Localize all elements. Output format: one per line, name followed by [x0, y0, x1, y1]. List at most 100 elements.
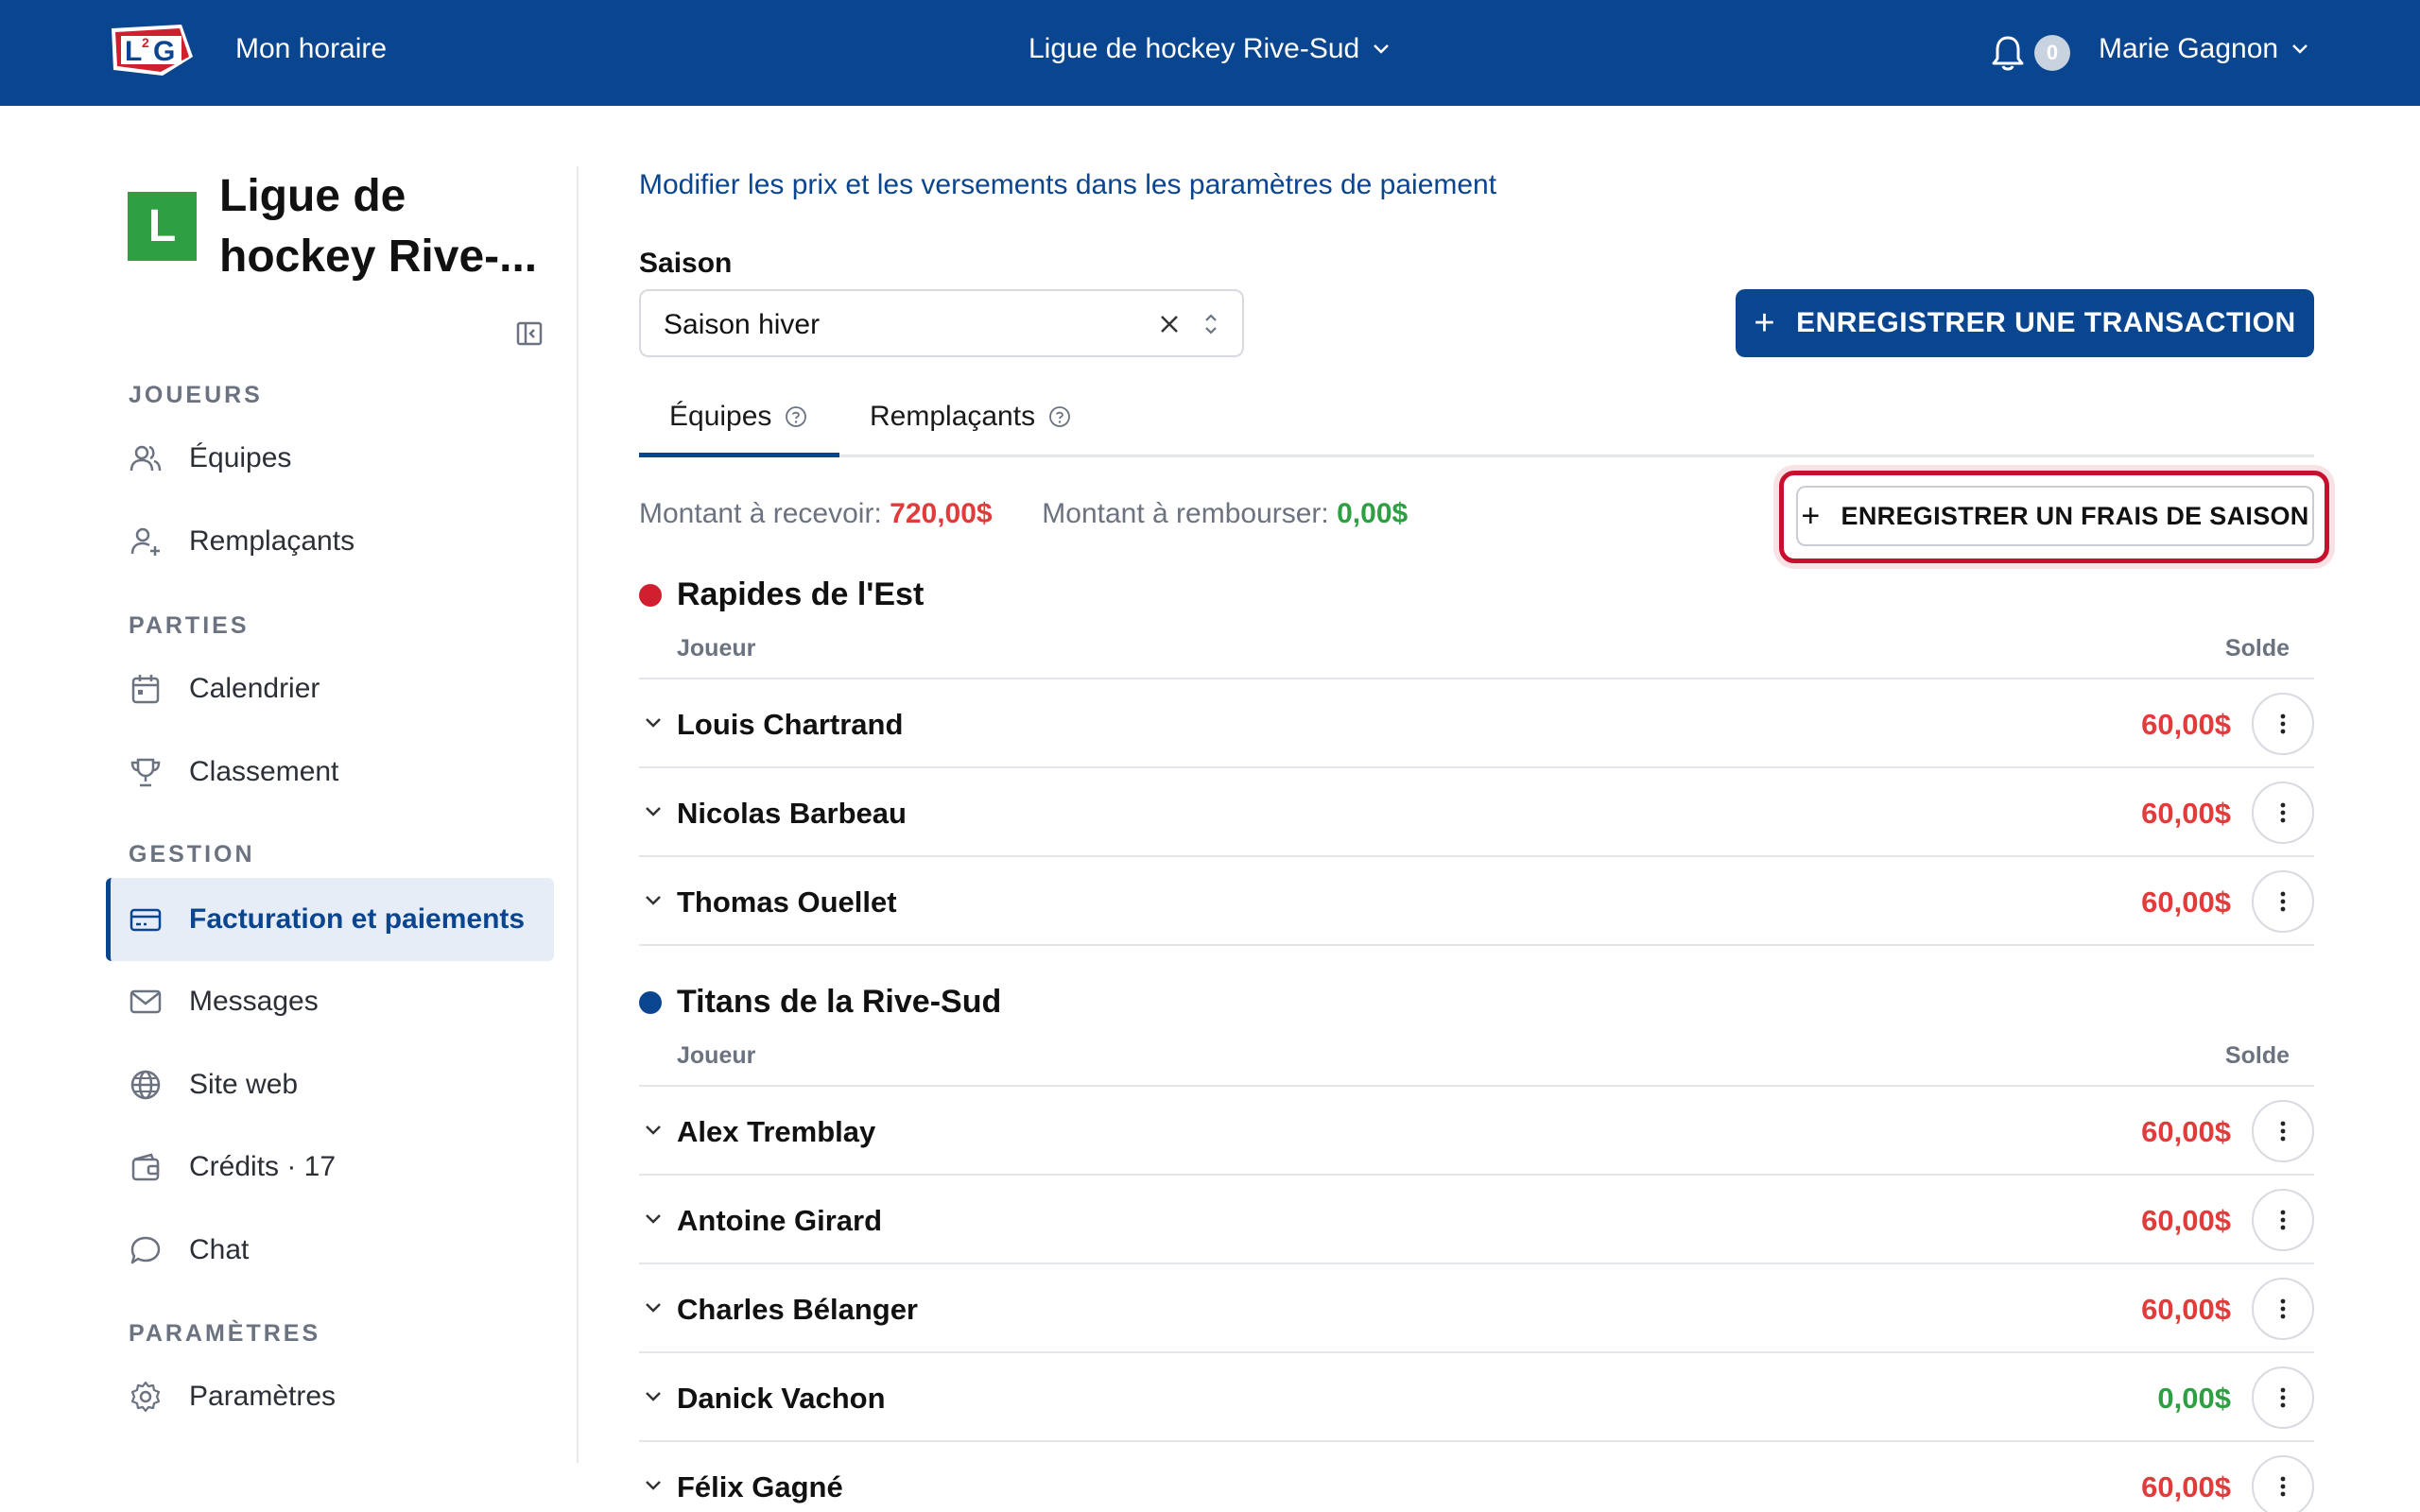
- player-name: Alex Tremblay: [677, 1115, 876, 1148]
- sidebar-item-calendar[interactable]: Calendrier: [106, 647, 554, 730]
- chevron-down-icon[interactable]: [645, 717, 662, 729]
- gear-icon: [130, 1381, 161, 1413]
- sidebar-item-teams[interactable]: Équipes: [106, 417, 554, 500]
- chevron-down-icon: [2292, 44, 2308, 54]
- trophy-icon: [130, 758, 161, 787]
- row-actions-button[interactable]: [2252, 1366, 2314, 1429]
- row-actions-button[interactable]: [2252, 693, 2314, 755]
- sidebar-item-substitutes[interactable]: Remplaçants: [106, 500, 554, 583]
- player-balance: 60,00$: [2141, 1115, 2231, 1148]
- record-transaction-button[interactable]: + ENREGISTRER UNE TRANSACTION: [1736, 289, 2314, 357]
- sidebar-divider: [577, 166, 579, 1463]
- player-name: Félix Gagné: [677, 1470, 843, 1503]
- row-actions-button[interactable]: [2252, 782, 2314, 844]
- chevron-down-icon[interactable]: [645, 806, 662, 817]
- amounts-summary: Montant à recevoir: 720,00$ Montant à re…: [639, 498, 1408, 530]
- user-name: Marie Gagnon: [2099, 33, 2279, 64]
- sidebar-item-billing[interactable]: Facturation et paiements: [106, 878, 554, 961]
- chat-bubble-icon: [130, 1236, 161, 1264]
- player-name: Antoine Girard: [677, 1204, 883, 1237]
- svg-text:2: 2: [142, 35, 149, 50]
- chevron-down-icon[interactable]: [645, 895, 662, 906]
- player-row[interactable]: Danick Vachon 0,00$: [639, 1353, 2314, 1442]
- column-header-balance: Solde: [2224, 1042, 2290, 1069]
- globe-icon: [130, 1070, 161, 1100]
- credit-card-icon: [130, 908, 162, 932]
- sidebar-item-messages[interactable]: Messages: [106, 960, 554, 1043]
- player-row[interactable]: Alex Tremblay 60,00$: [639, 1087, 2314, 1176]
- row-actions-button[interactable]: [2252, 870, 2314, 933]
- refund-amount: 0,00$: [1337, 498, 1409, 529]
- team-name: Rapides de l'Est: [677, 576, 925, 612]
- sidebar-item-label: Remplaçants: [189, 525, 355, 557]
- more-vertical-icon: [2280, 891, 2286, 912]
- bell-icon[interactable]: [1991, 34, 2025, 72]
- chevron-up-down-icon: [1205, 314, 1217, 335]
- row-actions-button[interactable]: [2252, 1278, 2314, 1340]
- app-logo[interactable]: L 2 G: [106, 19, 197, 83]
- sidebar-item-website[interactable]: Site web: [106, 1043, 554, 1126]
- sidebar-item-label: Calendrier: [189, 673, 320, 704]
- svg-text:G: G: [153, 36, 175, 67]
- row-actions-button[interactable]: [2252, 1100, 2314, 1162]
- section-label-management: GESTION: [129, 841, 255, 868]
- user-plus-icon: [130, 527, 160, 556]
- top-navigation-bar: L 2 G Mon horaire Ligue de hockey Rive-S…: [0, 0, 2420, 106]
- close-icon[interactable]: [1157, 312, 1182, 336]
- sidebar-item-label: Messages: [189, 986, 319, 1017]
- player-name: Thomas Ouellet: [677, 885, 897, 919]
- column-header-player: Joueur: [677, 635, 756, 662]
- sidebar-item-label: Site web: [189, 1069, 299, 1100]
- section-label-players: JOUEURS: [129, 382, 263, 408]
- player-row[interactable]: Thomas Ouellet 60,00$: [639, 857, 2314, 946]
- player-balance: 60,00$: [2141, 797, 2231, 830]
- more-vertical-icon: [2280, 802, 2286, 823]
- player-row[interactable]: Félix Gagné 60,00$: [639, 1442, 2314, 1512]
- sidebar-item-label: Facturation et paiements: [189, 903, 526, 935]
- chevron-down-icon[interactable]: [645, 1480, 662, 1491]
- help-circle-icon[interactable]: [1048, 405, 1071, 428]
- team-title: Rapides de l'Est: [639, 576, 924, 613]
- receivable-label: Montant à recevoir:: [639, 498, 882, 529]
- chevron-down-icon[interactable]: [645, 1302, 662, 1314]
- mail-icon: [130, 989, 162, 1014]
- collapse-sidebar-icon[interactable]: [514, 318, 544, 349]
- tab-substitutes[interactable]: Remplaçants: [870, 401, 1071, 433]
- svg-text:L: L: [125, 36, 142, 67]
- sidebar-item-label: Paramètres: [189, 1381, 337, 1412]
- row-actions-button[interactable]: [2252, 1189, 2314, 1251]
- record-season-fee-button[interactable]: + ENREGISTRER UN FRAIS DE SAISON: [1796, 486, 2314, 546]
- league-switcher-label: Ligue de hockey Rive-Sud: [1028, 33, 1360, 64]
- season-label: Saison: [639, 248, 733, 279]
- player-row[interactable]: Nicolas Barbeau 60,00$: [639, 768, 2314, 857]
- payment-settings-link[interactable]: Modifier les prix et les versements dans…: [639, 169, 1496, 201]
- column-header-balance: Solde: [2224, 635, 2290, 662]
- my-schedule-link[interactable]: Mon horaire: [235, 33, 387, 65]
- chevron-down-icon[interactable]: [645, 1213, 662, 1225]
- player-balance: 60,00$: [2141, 1293, 2231, 1326]
- user-menu[interactable]: Marie Gagnon: [2099, 33, 2308, 65]
- player-row[interactable]: Charles Bélanger 60,00$: [639, 1264, 2314, 1353]
- refund-label: Montant à rembourser:: [1042, 498, 1329, 529]
- sidebar-item-chat[interactable]: Chat: [106, 1209, 554, 1292]
- player-row[interactable]: Antoine Girard 60,00$: [639, 1176, 2314, 1264]
- sidebar-item-settings[interactable]: Paramètres: [106, 1355, 554, 1438]
- tab-teams[interactable]: Équipes: [669, 401, 807, 433]
- more-vertical-icon: [2280, 713, 2286, 734]
- chevron-down-icon[interactable]: [645, 1125, 662, 1136]
- league-switcher[interactable]: Ligue de hockey Rive-Sud: [1028, 33, 1390, 65]
- sidebar-item-credits[interactable]: Crédits · 17: [106, 1125, 554, 1209]
- chevron-down-icon[interactable]: [645, 1391, 662, 1402]
- team-color-dot: [639, 990, 662, 1014]
- player-balance: 60,00$: [2141, 1470, 2231, 1503]
- player-name: Nicolas Barbeau: [677, 797, 907, 830]
- season-select[interactable]: Saison hiver: [639, 289, 1244, 357]
- sidebar-item-standings[interactable]: Classement: [106, 730, 554, 814]
- player-row[interactable]: Louis Chartrand 60,00$: [639, 679, 2314, 768]
- team-title: Titans de la Rive-Sud: [639, 984, 1001, 1021]
- player-name: Danick Vachon: [677, 1382, 886, 1415]
- users-icon: [130, 445, 162, 472]
- row-actions-button[interactable]: [2252, 1455, 2314, 1512]
- help-circle-icon[interactable]: [785, 405, 807, 428]
- more-vertical-icon: [2280, 1210, 2286, 1230]
